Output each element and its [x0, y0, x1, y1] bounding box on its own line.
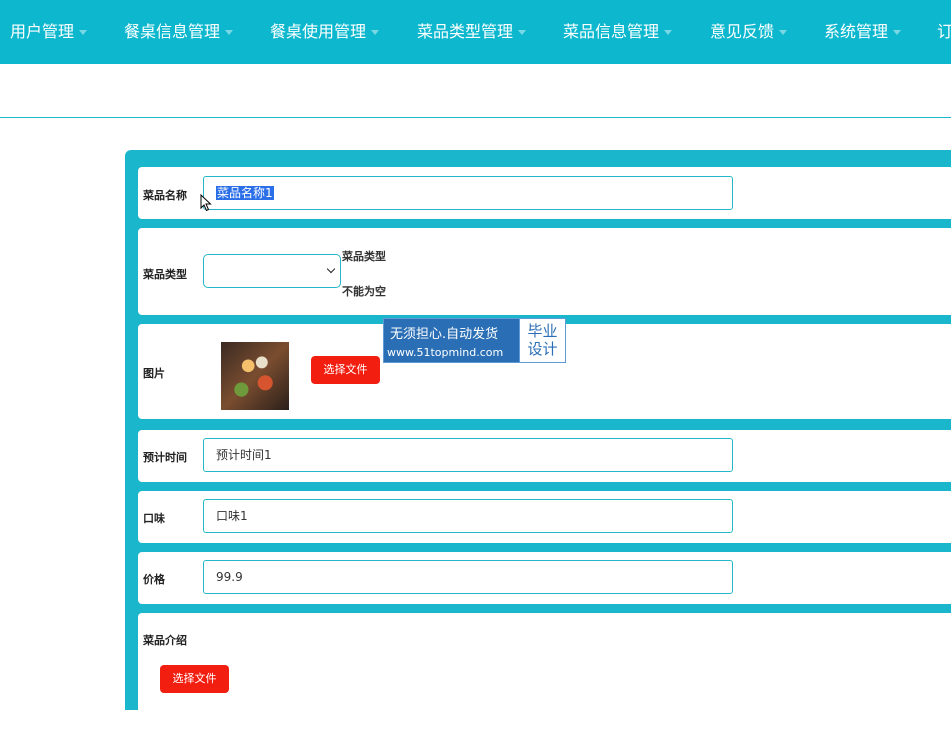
nav-item-feedback[interactable]: 意见反馈: [710, 0, 788, 64]
watermark-line2: www.51topmind.com: [387, 346, 504, 359]
nav-label: 系统管理: [824, 22, 889, 41]
chevron-down-icon: [893, 30, 902, 35]
dish-name-value: 菜品名称1: [216, 186, 274, 200]
form-row-est-time: 预计时间 预计时间1: [138, 430, 951, 482]
est-time-label: 预计时间: [143, 451, 187, 464]
dish-name-input[interactable]: 菜品名称1: [203, 176, 733, 210]
intro-label: 菜品介绍: [143, 634, 187, 647]
dish-type-label: 菜品类型: [143, 268, 187, 281]
dish-image-preview: [221, 342, 289, 410]
chevron-down-icon: [371, 30, 380, 35]
nav-item-table-info-management[interactable]: 餐桌信息管理: [124, 0, 234, 64]
nav-item-orders[interactable]: 订: [937, 0, 951, 64]
nav-item-user-management[interactable]: 用户管理: [10, 0, 88, 64]
dish-type-error-line1: 菜品类型: [342, 250, 386, 263]
top-navigation-bar: 用户管理 餐桌信息管理 餐桌使用管理 菜品类型管理 菜品信息管理 意见反馈 系统…: [0, 0, 951, 64]
nav-item-dish-info-management[interactable]: 菜品信息管理: [563, 0, 673, 64]
chevron-down-icon: [225, 30, 234, 35]
watermark-badge-line2: 设计: [527, 340, 558, 358]
nav-label: 订: [937, 22, 951, 41]
watermark-badge: 毕业 设计: [519, 319, 565, 362]
dish-name-label: 菜品名称: [143, 189, 187, 202]
nav-label: 餐桌信息管理: [124, 22, 221, 41]
price-label: 价格: [143, 573, 165, 586]
watermark-badge-line1: 毕业: [527, 322, 558, 340]
dish-form-panel: 菜品名称 菜品名称1 菜品类型 菜品类型 不能为空 图片 选择文件 预计时间 预…: [125, 150, 951, 733]
chevron-down-icon: [779, 30, 788, 35]
mouse-pointer-icon: [200, 194, 212, 212]
form-row-price: 价格 99.9: [138, 552, 951, 604]
form-row-dish-type: 菜品类型 菜品类型 不能为空: [138, 228, 951, 315]
nav-item-system-management[interactable]: 系统管理: [824, 0, 902, 64]
form-row-dish-name: 菜品名称 菜品名称1: [138, 167, 951, 219]
watermark-banner: 无须担心.自动发货 www.51topmind.com 毕业 设计: [383, 318, 566, 363]
taste-input[interactable]: 口味1: [203, 499, 733, 533]
nav-item-dish-type-management[interactable]: 菜品类型管理: [417, 0, 527, 64]
est-time-input[interactable]: 预计时间1: [203, 438, 733, 472]
header-divider: [0, 117, 951, 118]
chevron-down-icon: [518, 30, 527, 35]
form-row-intro: 菜品介绍 选择文件: [138, 613, 951, 733]
nav-item-table-usage-management[interactable]: 餐桌使用管理: [270, 0, 380, 64]
chevron-down-icon: [79, 30, 88, 35]
nav-label: 菜品信息管理: [563, 22, 660, 41]
chevron-down-icon: [326, 264, 336, 274]
dish-type-select[interactable]: [203, 254, 341, 288]
taste-label: 口味: [143, 512, 165, 525]
image-choose-file-button[interactable]: 选择文件: [311, 356, 380, 384]
price-input[interactable]: 99.9: [203, 560, 733, 594]
image-label: 图片: [143, 367, 165, 380]
nav-label: 意见反馈: [710, 22, 775, 41]
watermark-line1: 无须担心.自动发货: [390, 327, 499, 342]
form-row-taste: 口味 口味1: [138, 491, 951, 543]
nav-label: 餐桌使用管理: [270, 22, 367, 41]
dish-type-error-line2: 不能为空: [342, 285, 386, 298]
nav-label: 用户管理: [10, 22, 75, 41]
chevron-down-icon: [664, 30, 673, 35]
intro-choose-file-button[interactable]: 选择文件: [160, 665, 229, 693]
nav-label: 菜品类型管理: [417, 22, 514, 41]
